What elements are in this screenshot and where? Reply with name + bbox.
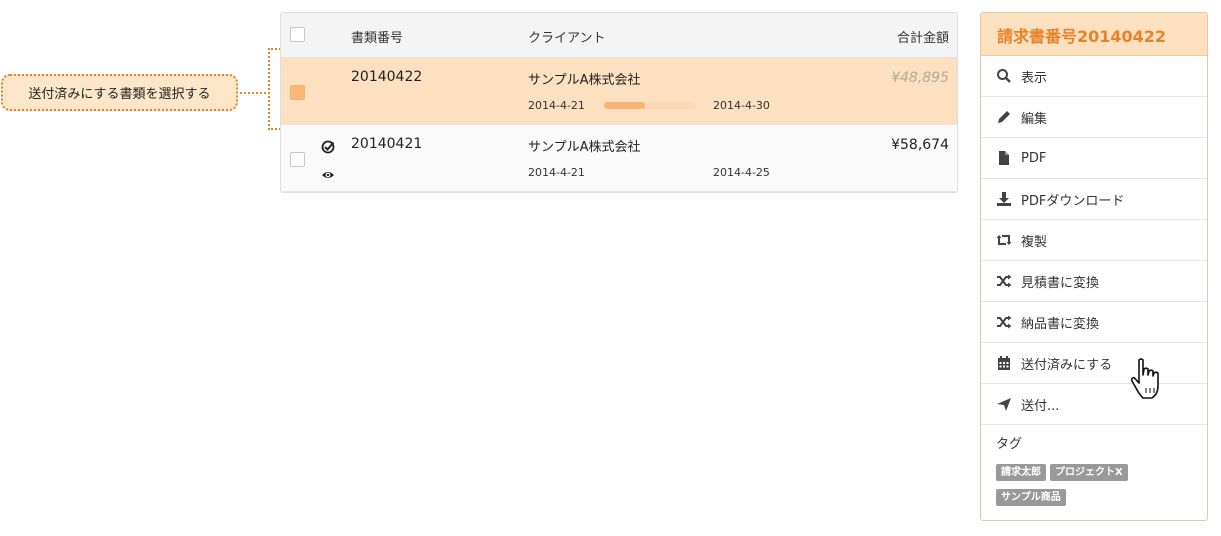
tag[interactable]: プロジェクトX [1050, 464, 1128, 481]
documents-table: 書類番号 クライアント 合計金額 20140422 サンプルA株式会社 2014… [280, 12, 958, 193]
issue-date: 2014-4-21 [528, 166, 585, 179]
due-progress-bar [604, 102, 696, 109]
menu-item-convert-to-delivery[interactable]: 納品書に変換 [981, 302, 1207, 343]
menu-label: 送付済みにする [1021, 357, 1113, 373]
header-client[interactable]: クライアント [528, 27, 605, 46]
invoice-list-screen: 送付済みにする書類を選択する 書類番号 クライアント 合計金額 20140422… [0, 0, 1221, 536]
document-number[interactable]: 20140422 [351, 69, 422, 85]
hand-pointer-cursor-icon [1130, 358, 1159, 399]
pencil-icon [998, 111, 1010, 123]
issue-date: 2014-4-21 [528, 99, 585, 112]
retweet-icon [996, 235, 1012, 245]
due-date: 2014-4-25 [713, 166, 770, 179]
menu-label: 見積書に変換 [1021, 275, 1100, 291]
client-name: サンプルA株式会社 [528, 140, 641, 155]
total-amount: ¥48,895 [891, 70, 949, 86]
panel-title: 請求書番号20140422 [981, 13, 1207, 56]
header-total-amount[interactable]: 合計金額 [897, 27, 949, 46]
table-row[interactable]: 20140422 サンプルA株式会社 2014-4-21 2014-4-30 ¥… [281, 58, 957, 125]
table-row[interactable]: 20140421 サンプルA株式会社 2014-4-21 2014-4-25 ¥… [281, 125, 957, 192]
document-actions-panel: 請求書番号20140422 表示 編集 PDF PDFダウンロード 複製 見積書… [980, 12, 1208, 521]
menu-label: PDF [1021, 150, 1047, 166]
header-document-number[interactable]: 書類番号 [351, 27, 403, 46]
tag[interactable]: 請求太郎 [996, 464, 1046, 481]
callout-text: 送付済みにする書類を選択する [28, 87, 211, 102]
menu-item-send[interactable]: 送付... [981, 384, 1207, 425]
download-icon [997, 192, 1011, 206]
menu-label: 表示 [1021, 70, 1048, 86]
row-checkbox[interactable] [290, 152, 305, 167]
menu-label: 納品書に変換 [1021, 316, 1100, 332]
due-progress-fill [604, 102, 646, 109]
shuffle-icon [997, 315, 1012, 329]
menu-label: 複製 [1021, 234, 1048, 250]
tag-list: 請求太郎 プロジェクトX サンプル商品 [996, 464, 1207, 514]
eye-icon [322, 172, 334, 178]
send-icon [997, 398, 1011, 411]
menu-label: PDFダウンロード [1021, 193, 1125, 209]
tag[interactable]: サンプル商品 [996, 489, 1066, 506]
checked-sent-icon [321, 140, 335, 154]
menu-item-view[interactable]: 表示 [981, 56, 1207, 97]
menu-item-edit[interactable]: 編集 [981, 97, 1207, 138]
menu-item-pdf-download[interactable]: PDFダウンロード [981, 179, 1207, 220]
document-number[interactable]: 20140421 [351, 136, 422, 152]
total-amount: ¥58,674 [891, 137, 949, 153]
select-all-checkbox[interactable] [290, 27, 305, 42]
table-header: 書類番号 クライアント 合計金額 [281, 13, 957, 58]
menu-item-duplicate[interactable]: 複製 [981, 220, 1207, 261]
menu-item-convert-to-estimate[interactable]: 見積書に変換 [981, 261, 1207, 302]
file-icon [999, 151, 1009, 165]
due-date: 2014-4-30 [713, 99, 770, 112]
menu-label: 編集 [1021, 111, 1048, 127]
instruction-callout: 送付済みにする書類を選択する [1, 74, 238, 111]
client-name: サンプルA株式会社 [528, 73, 641, 88]
menu-item-pdf[interactable]: PDF [981, 138, 1207, 179]
callout-connector [240, 92, 270, 94]
menu-item-mark-sent[interactable]: 送付済みにする [981, 343, 1207, 384]
shuffle-icon [997, 274, 1012, 288]
row-checkbox[interactable] [290, 85, 305, 100]
tags-title: タグ [996, 437, 1023, 452]
calendar-icon [998, 356, 1010, 370]
menu-label: 送付... [1021, 398, 1060, 414]
tags-section: タグ 請求太郎 プロジェクトX サンプル商品 [981, 425, 1207, 514]
search-icon [997, 69, 1011, 83]
